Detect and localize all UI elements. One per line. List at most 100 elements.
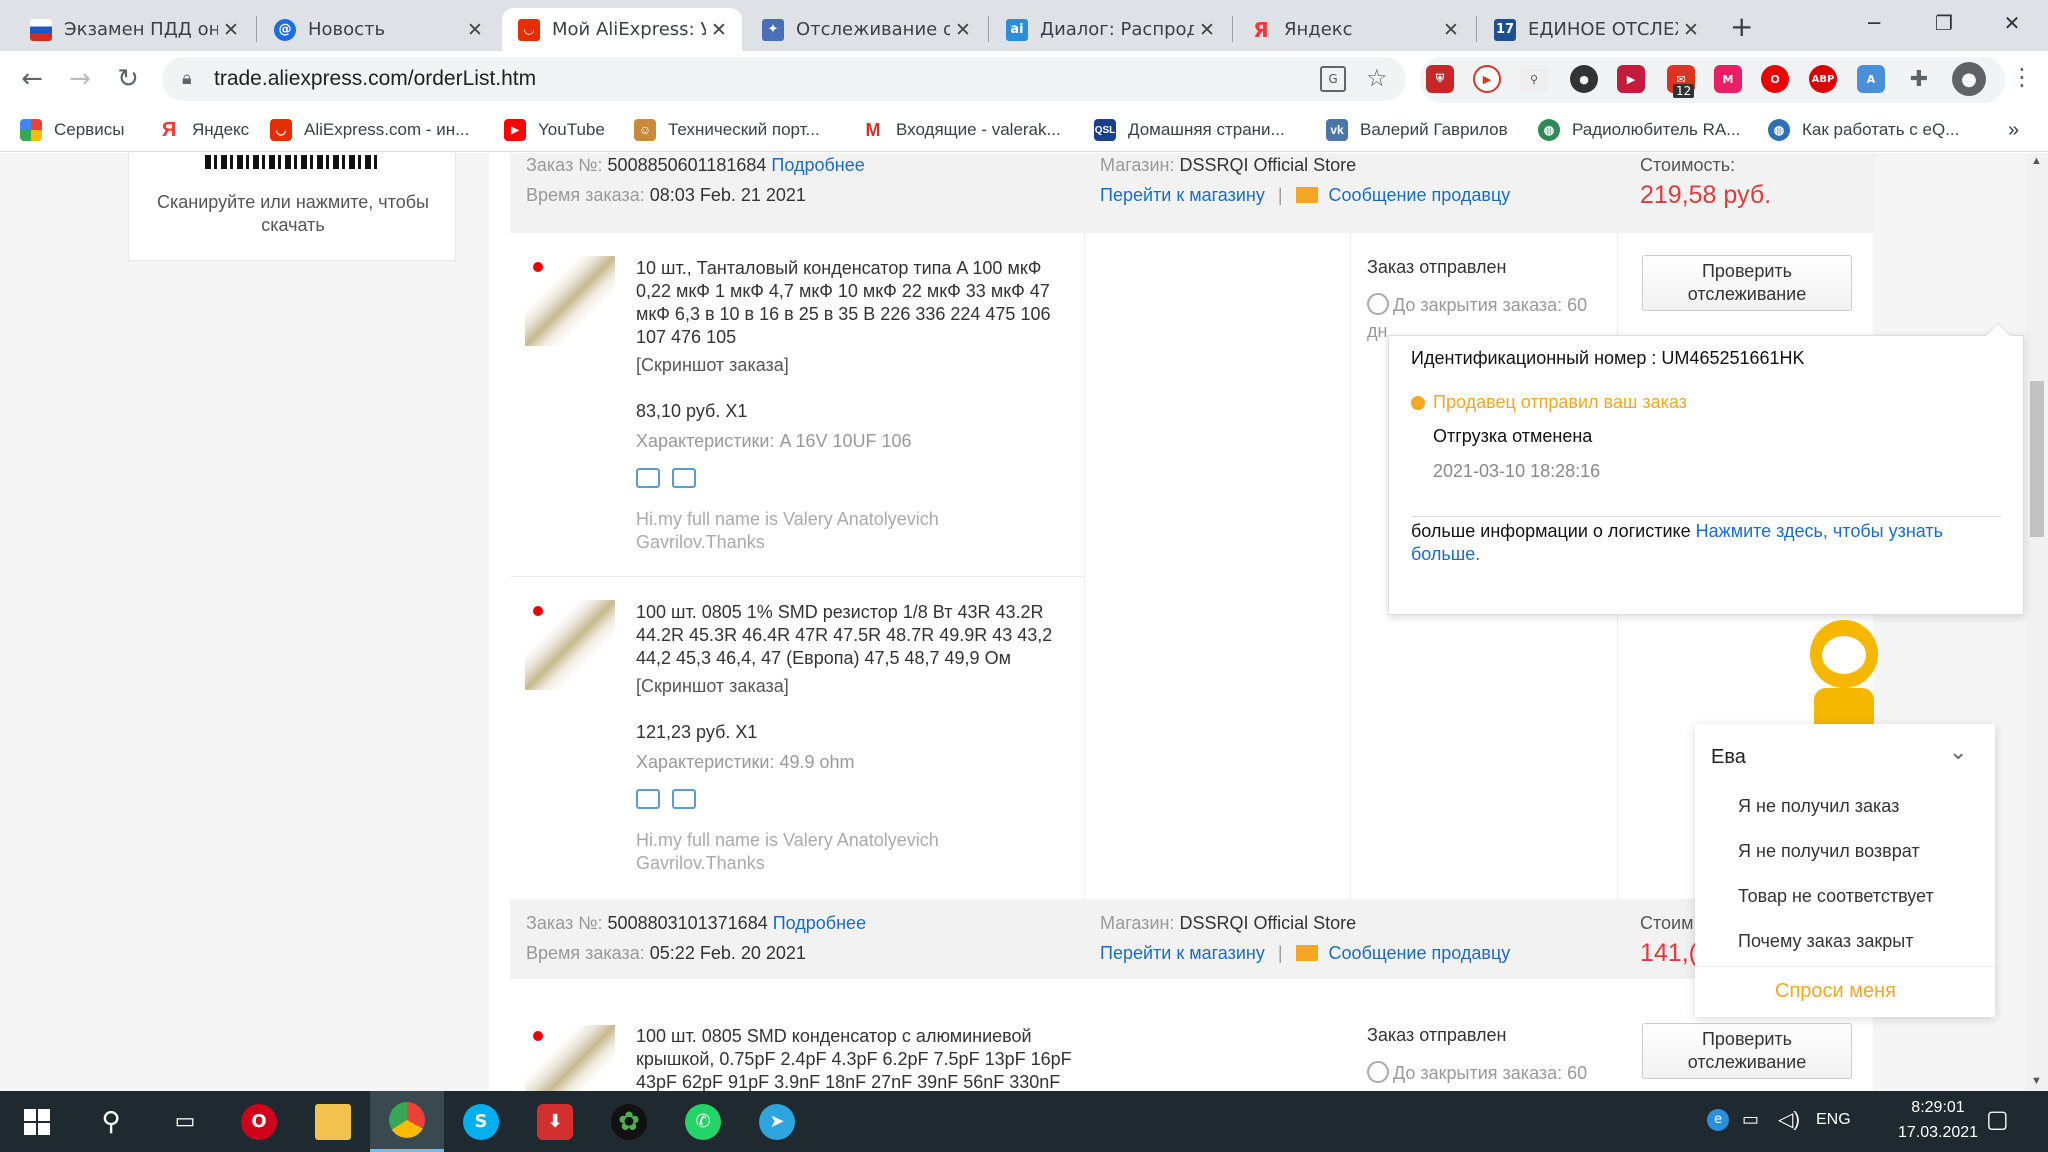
bookmark-services[interactable]: Сервисы [20, 116, 124, 144]
shipping-truck-icon[interactable] [636, 789, 660, 809]
tab-dialog[interactable]: ai Диалог: Распрода ✕ [990, 8, 1230, 51]
reload-button[interactable]: ↻ [108, 59, 148, 99]
more-bookmarks-button[interactable]: » [2008, 116, 2019, 144]
translate-icon[interactable]: G [1320, 66, 1346, 92]
clock-time[interactable]: 8:29:01 [1888, 1099, 1988, 1117]
bookmark-yandex[interactable]: Я Яндекс [158, 116, 249, 144]
close-icon[interactable]: ✕ [218, 19, 244, 41]
close-icon[interactable]: ✕ [706, 19, 732, 41]
taskbar-downloader[interactable]: ⬇ [518, 1091, 592, 1152]
shipping-truck-icon[interactable] [636, 468, 660, 488]
card-icon[interactable] [672, 468, 696, 488]
minimize-button[interactable]: ─ [1840, 0, 1908, 46]
app-download-panel[interactable]: Сканируйте или нажмите, чтобы скачать [128, 153, 456, 261]
taskbar-chrome[interactable] [370, 1091, 444, 1152]
product-title-link[interactable]: 10 шт., Танталовый конденсатор типа A 10… [636, 257, 1076, 349]
opera-extension-icon[interactable]: O [1761, 65, 1789, 93]
card-icon[interactable] [672, 789, 696, 809]
close-icon[interactable]: ✕ [950, 19, 976, 41]
address-bar[interactable]: 🔒︎ trade.aliexpress.com/orderList.htm G … [162, 57, 1406, 101]
person-icon: ☺ [634, 119, 656, 141]
scroll-up-arrow-icon[interactable]: ▲ [2031, 155, 2042, 167]
scroll-down-arrow-icon[interactable]: ▼ [2031, 1075, 2042, 1087]
close-icon[interactable]: ✕ [462, 19, 488, 41]
chevron-down-icon[interactable]: ⌄ [1949, 740, 1967, 765]
bookmark-eqsl[interactable]: ◍ Как работать с eQ... [1768, 116, 1959, 144]
bookmark-vk[interactable]: vk Валерий Гаврилов [1326, 116, 1508, 144]
close-icon[interactable]: ✕ [1678, 19, 1704, 41]
taskbar-opera[interactable]: O [222, 1091, 296, 1152]
eva-mascot[interactable] [1798, 620, 1888, 724]
tab-17track[interactable]: 17 ЕДИНОЕ ОТСЛЕЖ ✕ [1478, 8, 1714, 51]
qr-code[interactable] [205, 155, 381, 169]
order-details-link[interactable]: Подробнее [771, 155, 864, 175]
menu-kebab-icon[interactable]: ⋮ [2010, 63, 2034, 91]
order-details-link[interactable]: Подробнее [773, 913, 866, 933]
task-view-icon[interactable]: ▭ [148, 1091, 222, 1152]
clock-date[interactable]: 17.03.2021 [1888, 1124, 1988, 1142]
notifications-icon[interactable]: ▢ [1986, 1105, 2009, 1134]
product-title-link[interactable]: 100 шт. 0805 SMD конденсатор с алюминиев… [636, 1025, 1086, 1091]
yandex-icon: Я [161, 118, 177, 141]
shield-extension-icon[interactable]: ⛨ [1426, 65, 1454, 93]
back-button[interactable]: ← [12, 59, 52, 99]
check-tracking-button[interactable]: Проверить отслеживание [1642, 1023, 1852, 1079]
message-seller-link[interactable]: Сообщение продавцу [1329, 943, 1511, 963]
product-thumbnail[interactable] [525, 1025, 615, 1091]
record-extension-icon[interactable]: ● [1570, 65, 1598, 93]
adblock-icon[interactable]: ABP [1809, 65, 1837, 93]
taskbar-icq[interactable]: ✿ [592, 1091, 666, 1152]
m-extension-icon[interactable]: M [1714, 65, 1742, 93]
order-snapshot-link[interactable]: [Скриншот заказа] [636, 676, 789, 697]
video-extension-icon[interactable]: ▶ [1617, 65, 1645, 93]
order-snapshot-link[interactable]: [Скриншот заказа] [636, 355, 789, 376]
bookmark-star-icon[interactable]: ☆ [1366, 64, 1388, 92]
search-icon[interactable]: ⚲ [74, 1091, 148, 1152]
volume-icon[interactable]: ◁) [1778, 1107, 1800, 1132]
scrollbar-thumb[interactable] [2030, 381, 2044, 537]
tab-yandex[interactable]: Я Яндекс ✕ [1234, 8, 1474, 51]
taskbar-explorer[interactable] [296, 1091, 370, 1152]
bookmark-tech-portal[interactable]: ☺ Технический порт... [634, 116, 820, 144]
bookmark-home-page[interactable]: QSL Домашняя страни... [1094, 116, 1285, 144]
tab-news[interactable]: @ Новость ✕ [258, 8, 498, 51]
translate-extension-icon[interactable]: A [1857, 65, 1885, 93]
goto-store-link[interactable]: Перейти к магазину [1100, 943, 1265, 963]
goto-store-link[interactable]: Перейти к магазину [1100, 185, 1265, 205]
close-icon[interactable]: ✕ [1438, 19, 1464, 41]
window-close-button[interactable]: ✕ [1978, 0, 2046, 46]
bike-extension-icon[interactable]: ⚲ [1520, 65, 1548, 93]
product-title-link[interactable]: 100 шт. 0805 1% SMD резистор 1/8 Вт 43R … [636, 601, 1076, 670]
tray-app-icon[interactable]: e [1707, 1109, 1729, 1131]
profile-avatar[interactable]: ● [1952, 62, 1986, 96]
page-scrollbar[interactable]: ▲ ▼ [2026, 153, 2048, 1091]
chat-option[interactable]: Я не получил возврат [1738, 841, 1920, 862]
bookmark-aliexpress[interactable]: ◡ AliExpress.com - ин... [270, 116, 469, 144]
play-extension-icon[interactable]: ▶ [1473, 65, 1501, 93]
product-thumbnail[interactable] [525, 600, 615, 690]
bookmark-gmail[interactable]: M Входящие - valerak... [862, 116, 1061, 144]
taskbar-telegram[interactable]: ➤ [740, 1091, 814, 1152]
bookmark-radio[interactable]: ◍ Радиолюбитель RA... [1538, 116, 1740, 144]
restore-button[interactable]: ❐ [1910, 0, 1978, 46]
taskbar-whatsapp[interactable]: ✆ [666, 1091, 740, 1152]
forward-button[interactable]: → [60, 59, 100, 99]
message-seller-link[interactable]: Сообщение продавцу [1329, 185, 1511, 205]
bookmark-youtube[interactable]: ▶ YouTube [504, 116, 605, 144]
start-button[interactable] [0, 1091, 74, 1152]
language-indicator[interactable]: ENG [1816, 1111, 1851, 1129]
product-thumbnail[interactable] [525, 256, 615, 346]
tab-aliexpress[interactable]: ◡ Мой AliExpress: Уп ✕ [502, 8, 742, 51]
close-icon[interactable]: ✕ [1194, 19, 1220, 41]
taskbar-skype[interactable]: S [444, 1091, 518, 1152]
chat-option[interactable]: Я не получил заказ [1738, 796, 1899, 817]
extensions-puzzle-icon[interactable]: ✚ [1905, 65, 1933, 93]
network-icon[interactable]: ▭ [1742, 1109, 1759, 1130]
chat-option[interactable]: Товар не соответствует [1738, 886, 1934, 907]
tab-pdd[interactable]: Экзамен ПДД онл ✕ [14, 8, 254, 51]
tab-tracking[interactable]: ✦ Отслеживание от ✕ [746, 8, 986, 51]
ask-me-button[interactable]: Спроси меня [1775, 980, 1896, 1003]
check-tracking-button[interactable]: Проверить отслеживание [1642, 255, 1852, 311]
new-tab-button[interactable]: + [1730, 10, 1753, 43]
chat-option[interactable]: Почему заказ закрыт [1738, 931, 1913, 952]
